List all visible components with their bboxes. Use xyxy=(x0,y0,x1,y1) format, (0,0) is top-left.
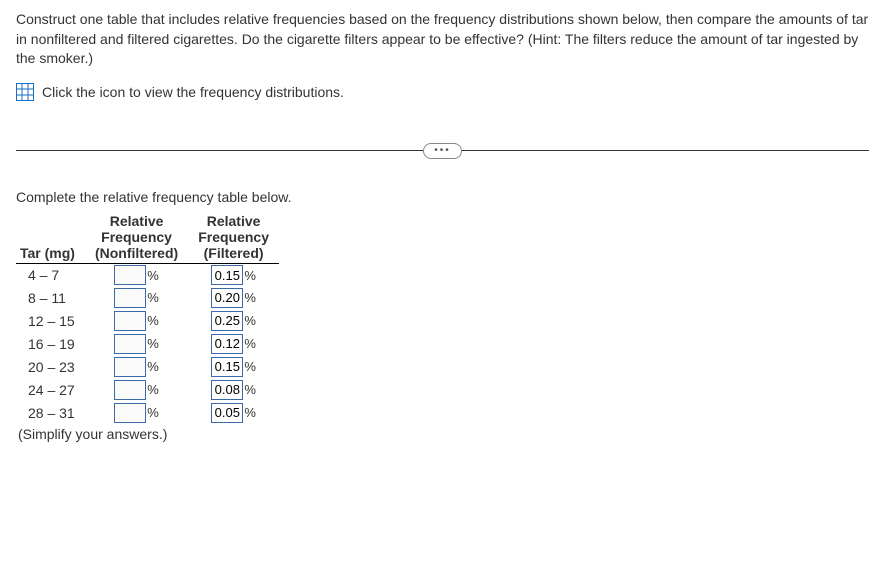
instruction-text: Complete the relative frequency table be… xyxy=(16,189,869,205)
section-divider: ••• xyxy=(16,141,869,161)
nonfiltered-cell: % xyxy=(85,309,188,332)
table-row: 4 – 7%% xyxy=(16,263,279,286)
nonfiltered-input[interactable] xyxy=(114,311,146,331)
nonfiltered-cell: % xyxy=(85,401,188,424)
simplify-note: (Simplify your answers.) xyxy=(16,426,869,442)
table-row: 8 – 11%% xyxy=(16,286,279,309)
nonfiltered-input[interactable] xyxy=(114,357,146,377)
filtered-input[interactable] xyxy=(211,265,243,285)
header-nonfiltered: Relative Frequency (Nonfiltered) xyxy=(85,213,188,264)
tar-range: 8 – 11 xyxy=(16,286,85,309)
frequency-link[interactable]: Click the icon to view the frequency dis… xyxy=(16,83,869,101)
nonfiltered-input[interactable] xyxy=(114,288,146,308)
relative-frequency-table: Tar (mg) Relative Frequency (Nonfiltered… xyxy=(16,213,279,425)
tar-range: 16 – 19 xyxy=(16,332,85,355)
percent-label: % xyxy=(244,268,256,283)
table-row: 24 – 27%% xyxy=(16,378,279,401)
percent-label: % xyxy=(244,405,256,420)
nonfiltered-cell: % xyxy=(85,355,188,378)
percent-label: % xyxy=(147,382,159,397)
nonfiltered-cell: % xyxy=(85,378,188,401)
nonfiltered-input[interactable] xyxy=(114,334,146,354)
nonfiltered-cell: % xyxy=(85,286,188,309)
nonfiltered-cell: % xyxy=(85,332,188,355)
table-row: 16 – 19%% xyxy=(16,332,279,355)
percent-label: % xyxy=(147,405,159,420)
filtered-input[interactable] xyxy=(211,288,243,308)
filtered-cell: % xyxy=(188,263,279,286)
header-filtered: Relative Frequency (Filtered) xyxy=(188,213,279,264)
filtered-cell: % xyxy=(188,401,279,424)
table-row: 28 – 31%% xyxy=(16,401,279,424)
tar-range: 12 – 15 xyxy=(16,309,85,332)
table-row: 20 – 23%% xyxy=(16,355,279,378)
filtered-cell: % xyxy=(188,286,279,309)
filtered-cell: % xyxy=(188,355,279,378)
filtered-cell: % xyxy=(188,309,279,332)
tar-range: 20 – 23 xyxy=(16,355,85,378)
percent-label: % xyxy=(244,359,256,374)
filtered-input[interactable] xyxy=(211,357,243,377)
percent-label: % xyxy=(244,313,256,328)
percent-label: % xyxy=(147,313,159,328)
percent-label: % xyxy=(244,382,256,397)
filtered-cell: % xyxy=(188,378,279,401)
question-text: Construct one table that includes relati… xyxy=(16,10,869,69)
percent-label: % xyxy=(244,290,256,305)
filtered-input[interactable] xyxy=(211,380,243,400)
percent-label: % xyxy=(147,290,159,305)
tar-range: 28 – 31 xyxy=(16,401,85,424)
nonfiltered-input[interactable] xyxy=(114,265,146,285)
table-row: 12 – 15%% xyxy=(16,309,279,332)
nonfiltered-input[interactable] xyxy=(114,403,146,423)
percent-label: % xyxy=(147,268,159,283)
percent-label: % xyxy=(147,336,159,351)
filtered-input[interactable] xyxy=(211,311,243,331)
tar-range: 4 – 7 xyxy=(16,263,85,286)
percent-label: % xyxy=(147,359,159,374)
table-icon xyxy=(16,83,34,101)
expand-chip[interactable]: ••• xyxy=(423,143,462,159)
nonfiltered-cell: % xyxy=(85,263,188,286)
nonfiltered-input[interactable] xyxy=(114,380,146,400)
header-tar: Tar (mg) xyxy=(16,213,85,264)
filtered-cell: % xyxy=(188,332,279,355)
percent-label: % xyxy=(244,336,256,351)
filtered-input[interactable] xyxy=(211,403,243,423)
frequency-link-text: Click the icon to view the frequency dis… xyxy=(42,84,344,100)
tar-range: 24 – 27 xyxy=(16,378,85,401)
filtered-input[interactable] xyxy=(211,334,243,354)
